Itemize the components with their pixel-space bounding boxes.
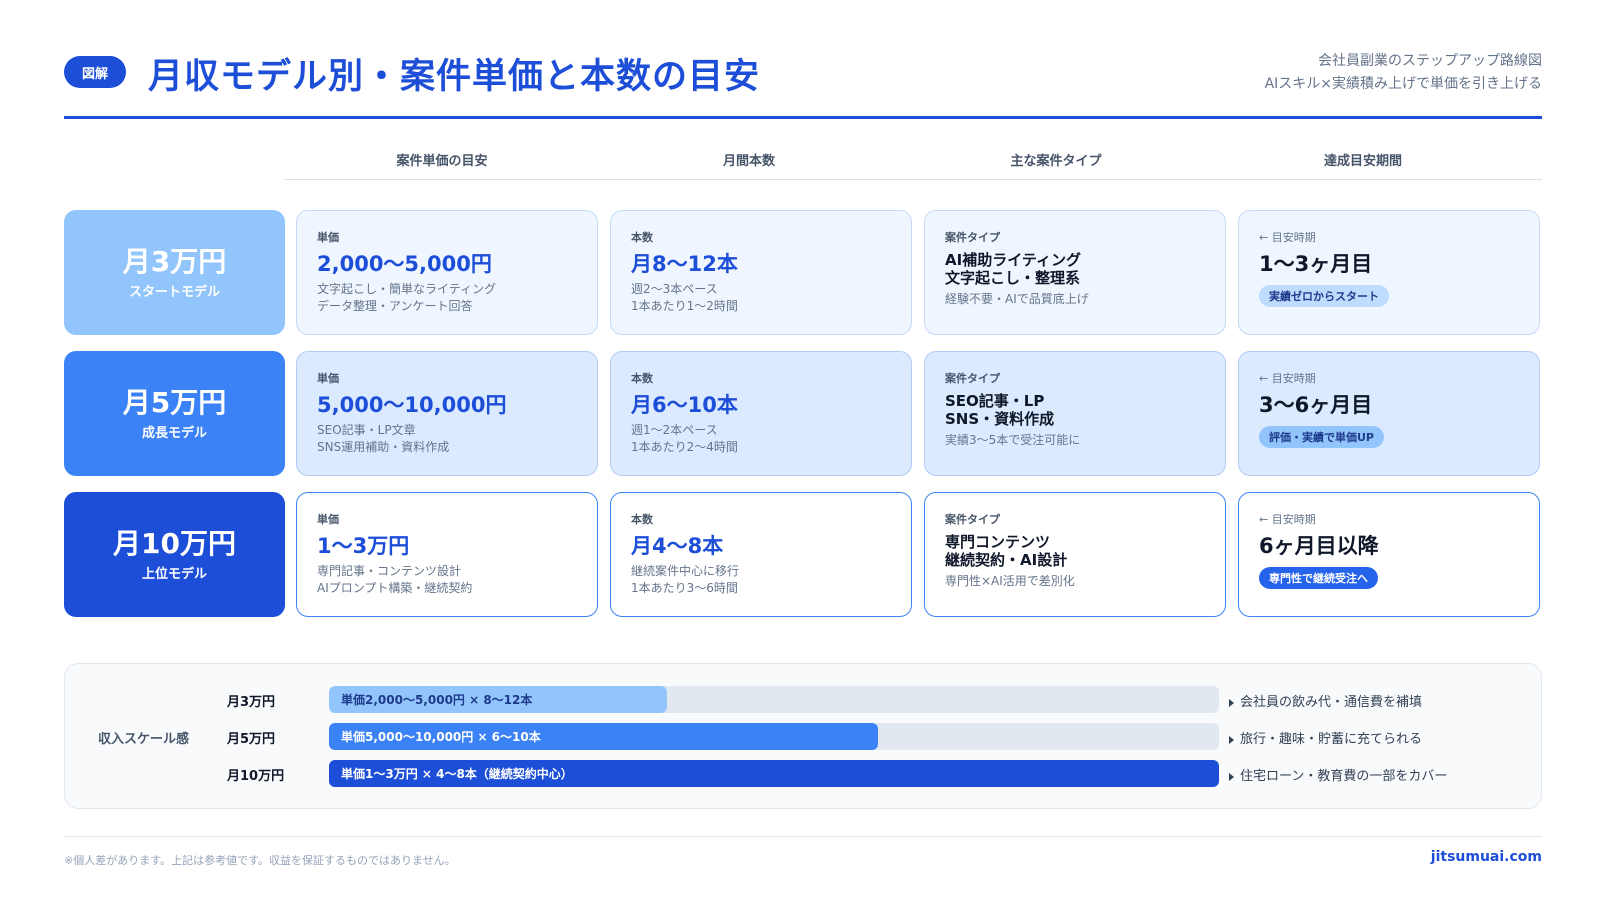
scale-row-desc: 会社員の飲み代・通信費を補填 [1229,691,1422,710]
subtitle-line-1: 会社員副業のステップアップ路線図 [1318,53,1542,69]
scale-row-label: 月10万円 [227,769,285,784]
price-cell: 単価 1〜3万円 専門記事・コンテンツ設計 AIプロンプト構築・継続契約 [296,492,598,617]
type-label: 案件タイプ [945,372,1000,385]
page-title: 月収モデル別・案件単価と本数の目安 [148,57,761,97]
scale-bar-track: 単価1〜3万円 × 4〜8本（継続契約中心） [329,760,1219,787]
count-value: 月6〜10本 [631,393,738,417]
scale-bar: 単価1〜3万円 × 4〜8本（継続契約中心） [329,760,1219,787]
diagram-badge: 図解 [64,56,126,88]
subtitle-line-2: AIスキル×実績積み上げで単価を引き上げる [1264,76,1542,92]
income-scale-panel: 収入スケール感 月3万円 単価2,000〜5,000円 × 8〜12本 会社員の… [64,663,1542,809]
page-subtitle: 会社員副業のステップアップ路線図 AIスキル×実績積み上げで単価を引き上げる [1265,50,1542,96]
model-amount: 月5万円 [122,386,227,419]
type-cell: 案件タイプ SEO記事・LP SNS・資料作成 実績3〜5本で受注可能に [924,351,1226,476]
type-value: AI補助ライティング 文字起こし・整理系 [945,251,1081,287]
period-label: ← 目安時期 [1259,372,1316,385]
type-cell: 案件タイプ 専門コンテンツ 継続契約・AI設計 専門性×AI活用で差別化 [924,492,1226,617]
count-value: 月4〜8本 [631,534,724,558]
disclaimer: ※個人差があります。上記は参考値です。収益を保証するものではありません。 [64,854,456,867]
column-header-period: 達成目安期間 [1323,154,1402,169]
footer-divider [64,836,1542,837]
model-amount: 月3万円 [122,245,227,278]
period-value: 6ヶ月目以降 [1259,534,1379,558]
price-value: 5,000〜10,000円 [317,393,507,417]
header: 図解 月収モデル別・案件単価と本数の目安 会社員副業のステップアップ路線図 AI… [64,50,1542,120]
type-value: 専門コンテンツ 継続契約・AI設計 [945,533,1068,569]
scale-row-label: 月5万円 [227,732,276,747]
scale-bar-track: 単価5,000〜10,000円 × 6〜10本 [329,723,1219,750]
type-value: SEO記事・LP SNS・資料作成 [945,392,1055,428]
price-label: 単価 [317,231,339,244]
price-note: 専門記事・コンテンツ設計 AIプロンプト構築・継続契約 [317,564,473,595]
type-note: 経験不要・AIで品質底上げ [945,292,1089,306]
count-note: 継続案件中心に移行 1本あたり3〜6時間 [631,564,740,595]
count-cell: 本数 月4〜8本 継続案件中心に移行 1本あたり3〜6時間 [610,492,912,617]
status-badge: 専門性で継続受注へ [1259,567,1378,589]
period-cell: ← 目安時期 1〜3ヶ月目 実績ゼロからスタート [1238,210,1540,335]
triangle-right-icon [1229,772,1234,781]
triangle-right-icon [1229,698,1234,707]
count-value: 月8〜12本 [631,252,738,276]
price-label: 単価 [317,513,339,526]
scale-bar-track: 単価2,000〜5,000円 × 8〜12本 [329,686,1219,713]
price-note: 文字起こし・簡単なライティング データ整理・アンケート回答 [317,282,497,313]
price-cell: 単価 5,000〜10,000円 SEO記事・LP文章 SNS運用補助・資料作成 [296,351,598,476]
model-amount: 月10万円 [113,527,236,560]
scale-row-label: 月3万円 [227,695,276,710]
count-label: 本数 [631,513,653,526]
period-value: 1〜3ヶ月目 [1259,252,1373,276]
scale-row-desc: 住宅ローン・教育費の一部をカバー [1229,765,1447,784]
period-cell: ← 目安時期 6ヶ月目以降 専門性で継続受注へ [1238,492,1540,617]
price-value: 2,000〜5,000円 [317,252,492,276]
count-label: 本数 [631,231,653,244]
count-cell: 本数 月8〜12本 週2〜3本ペース 1本あたり1〜2時間 [610,210,912,335]
column-header-type: 主な案件タイプ [1010,154,1102,169]
type-label: 案件タイプ [945,231,1000,244]
period-cell: ← 目安時期 3〜6ヶ月目 評価・実績で単価UP [1238,351,1540,476]
price-cell: 単価 2,000〜5,000円 文字起こし・簡単なライティング データ整理・アンケ… [296,210,598,335]
triangle-right-icon [1229,735,1234,744]
type-cell: 案件タイプ AI補助ライティング 文字起こし・整理系 経験不要・AIで品質底上げ [924,210,1226,335]
status-badge: 実績ゼロからスタート [1259,285,1389,307]
period-label: ← 目安時期 [1259,513,1316,526]
count-cell: 本数 月6〜10本 週1〜2本ペース 1本あたり2〜4時間 [610,351,912,476]
column-header-divider [285,179,1542,180]
count-note: 週1〜2本ペース 1本あたり2〜4時間 [631,423,738,454]
count-note: 週2〜3本ペース 1本あたり1〜2時間 [631,282,738,313]
type-note: 実績3〜5本で受注可能に [945,433,1081,447]
income-scale-title: 収入スケール感 [98,732,190,747]
column-header-count: 月間本数 [722,154,775,169]
scale-row-desc: 旅行・趣味・貯蓄に充てられる [1229,728,1422,747]
header-divider [64,116,1542,119]
price-note: SEO記事・LP文章 SNS運用補助・資料作成 [317,423,450,454]
model-name: 上位モデル [141,567,207,582]
model-name: 成長モデル [141,426,207,441]
status-badge: 評価・実績で単価UP [1259,426,1384,448]
period-value: 3〜6ヶ月目 [1259,393,1373,417]
site-link[interactable]: jitsumuai.com [1431,849,1542,865]
price-label: 単価 [317,372,339,385]
price-value: 1〜3万円 [317,534,410,558]
period-label: ← 目安時期 [1259,231,1316,244]
column-header-price: 案件単価の目安 [396,154,488,169]
type-note: 専門性×AI活用で差別化 [945,574,1075,588]
count-label: 本数 [631,372,653,385]
model-card: 月10万円 上位モデル [64,492,285,617]
model-name: スタートモデル [128,285,220,300]
model-card: 月3万円 スタートモデル [64,210,285,335]
scale-bar: 単価5,000〜10,000円 × 6〜10本 [329,723,879,750]
scale-bar: 単価2,000〜5,000円 × 8〜12本 [329,686,668,713]
model-card: 月5万円 成長モデル [64,351,285,476]
type-label: 案件タイプ [945,513,1000,526]
